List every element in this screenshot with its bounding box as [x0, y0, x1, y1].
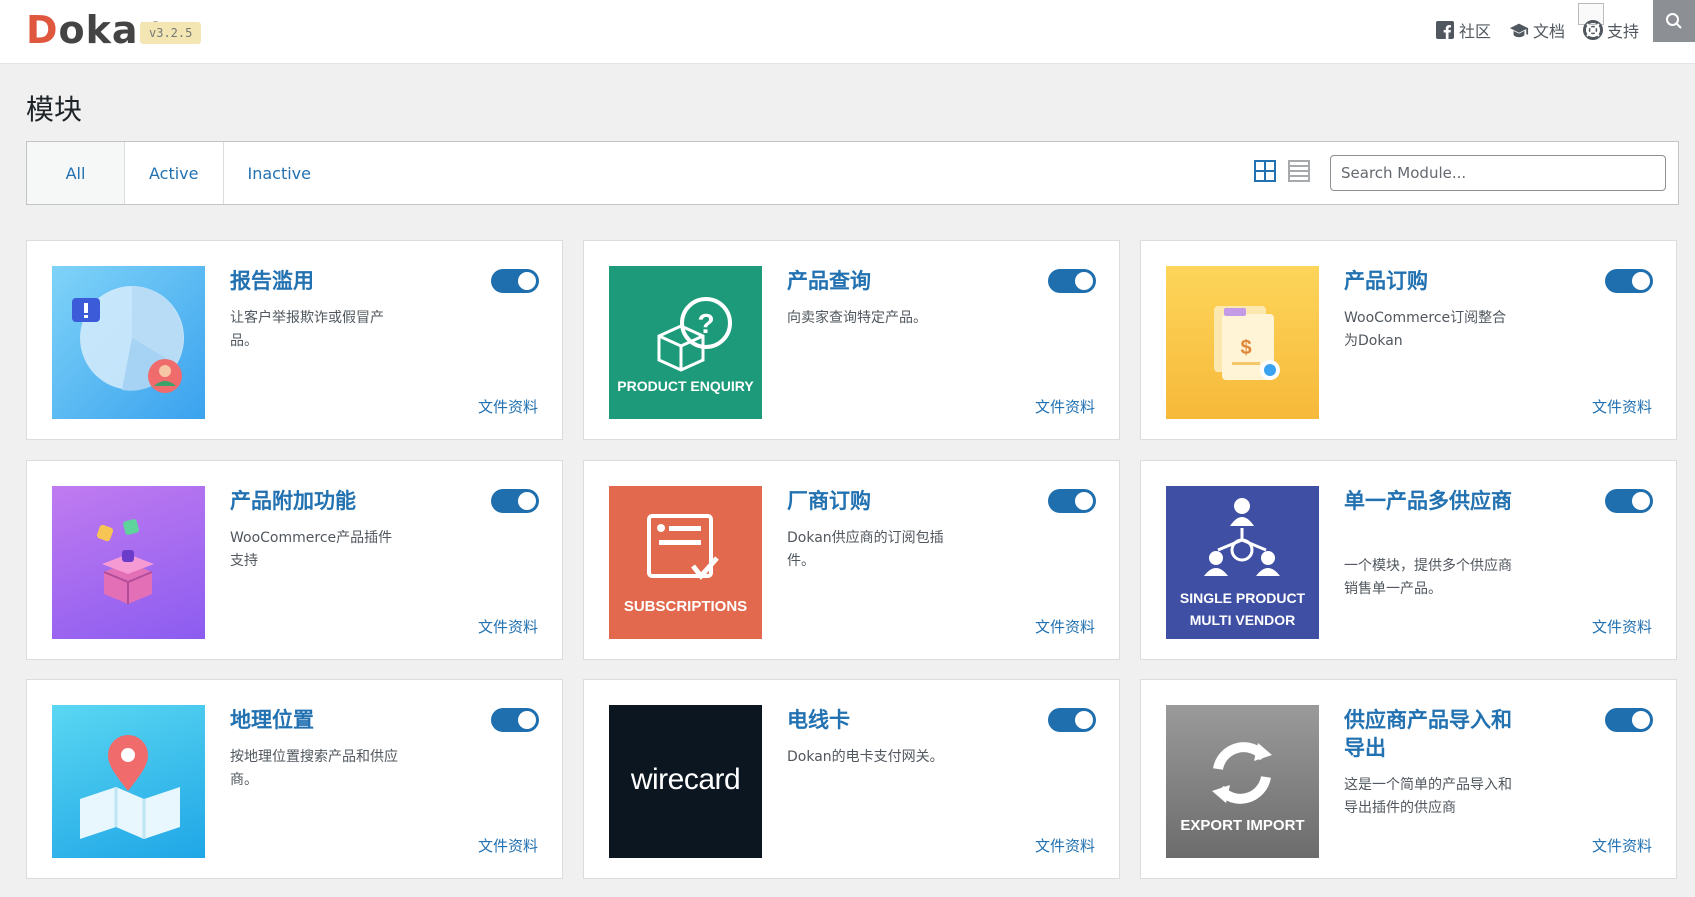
module-toggle[interactable]: [491, 269, 539, 293]
top-bar: Dokan v3.2.5 社区 文档 支持: [0, 0, 1695, 64]
tab-all[interactable]: All: [27, 142, 125, 204]
community-label: 社区: [1458, 22, 1491, 41]
search-module-input[interactable]: [1330, 155, 1666, 191]
module-card: SUBSCRIPTIONS 厂商订购 Dokan供应商的订阅包插件。 文件资料: [583, 460, 1120, 660]
module-toggle[interactable]: [491, 489, 539, 513]
module-description: 这是一个简单的产品导入和导出插件的供应商: [1344, 777, 1512, 816]
module-description: 一个模块，提供多个供应商销售单一产品。: [1344, 558, 1512, 597]
thumbnail-caption: PRODUCT ENQUIRY: [617, 378, 754, 394]
documentation-link[interactable]: 文件资料: [1592, 616, 1652, 637]
list-view-icon[interactable]: [1287, 159, 1311, 183]
module-description: 向卖家查询特定产品。: [787, 310, 927, 326]
module-title[interactable]: 电线卡: [787, 706, 962, 734]
module-title[interactable]: 地理位置: [230, 706, 405, 734]
thumbnail-caption-line2: MULTI VENDOR: [1189, 612, 1296, 628]
module-toggle[interactable]: [1048, 489, 1096, 513]
docs-link[interactable]: 文档: [1509, 18, 1565, 42]
documentation-link[interactable]: 文件资料: [1592, 396, 1652, 417]
view-toggle: [1253, 159, 1311, 183]
module-title[interactable]: 单一产品多供应商: [1344, 487, 1519, 515]
module-card: $ 产品订购 WooCommerce订阅整合为Dokan 文件资料: [1140, 240, 1677, 440]
filter-tabs: All Active Inactive: [27, 142, 335, 204]
module-description: WooCommerce订阅整合为Dokan: [1344, 310, 1507, 349]
module-card: 报告滥用 让客户举报欺诈或假冒产品。 文件资料: [26, 240, 563, 440]
module-description: 按地理位置搜索产品和供应商。: [230, 749, 398, 788]
module-title[interactable]: 供应商产品导入和导出: [1344, 706, 1519, 762]
documentation-link[interactable]: 文件资料: [1035, 835, 1095, 856]
module-description: Dokan供应商的订阅包插件。: [787, 530, 944, 569]
module-toggle[interactable]: [1605, 708, 1653, 732]
thumbnail-caption: EXPORT IMPORT: [1180, 817, 1305, 834]
search-icon: [1666, 13, 1682, 29]
module-card: SINGLE PRODUCT MULTI VENDOR 单一产品多供应商 一个模…: [1140, 460, 1677, 660]
module-title[interactable]: 产品附加功能: [230, 487, 405, 515]
version-badge: v3.2.5: [140, 22, 202, 44]
module-card: 地理位置 按地理位置搜索产品和供应商。 文件资料: [26, 679, 563, 879]
module-card: EXPORT IMPORT 供应商产品导入和导出 这是一个简单的产品导入和导出插…: [1140, 679, 1677, 879]
svg-text:$: $: [1240, 337, 1251, 359]
facebook-icon: [1435, 20, 1455, 40]
thumbnail-caption-line1: SINGLE PRODUCT: [1179, 590, 1306, 606]
wirecard-logo-text: wirecard: [630, 763, 741, 796]
top-search-button[interactable]: [1653, 0, 1695, 42]
grid-view-icon[interactable]: [1253, 159, 1277, 183]
support-link[interactable]: 支持: [1582, 18, 1639, 42]
module-card: ? PRODUCT ENQUIRY 产品查询 向卖家查询特定产品。 文件资料: [583, 240, 1120, 440]
logo-initial: D: [26, 8, 59, 52]
spmv-thumbnail: SINGLE PRODUCT MULTI VENDOR: [1166, 486, 1319, 639]
vendor-subscription-thumbnail: SUBSCRIPTIONS: [609, 486, 762, 639]
graduation-cap-icon: [1509, 20, 1529, 40]
documentation-link[interactable]: 文件资料: [478, 616, 538, 637]
export-import-thumbnail: EXPORT IMPORT: [1166, 705, 1319, 858]
geolocation-thumbnail: [52, 705, 205, 858]
thumbnail-caption: SUBSCRIPTIONS: [623, 598, 748, 615]
documentation-link[interactable]: 文件资料: [1035, 616, 1095, 637]
module-description: 让客户举报欺诈或假冒产品。: [230, 310, 384, 349]
module-description: WooCommerce产品插件支持: [230, 530, 393, 569]
documentation-link[interactable]: 文件资料: [1592, 835, 1652, 856]
header-links: 社区 文档 支持: [1435, 18, 1639, 42]
documentation-link[interactable]: 文件资料: [478, 835, 538, 856]
module-title[interactable]: 厂商订购: [787, 487, 962, 515]
module-description: Dokan的电卡支付网关。: [787, 749, 944, 765]
product-enquiry-thumbnail: ? PRODUCT ENQUIRY: [609, 266, 762, 419]
module-card: wirecard 电线卡 Dokan的电卡支付网关。 文件资料: [583, 679, 1120, 879]
module-title[interactable]: 产品订购: [1344, 267, 1519, 295]
module-toggle[interactable]: [491, 708, 539, 732]
module-toggle[interactable]: [1048, 269, 1096, 293]
tab-inactive[interactable]: Inactive: [224, 142, 336, 204]
module-toggle[interactable]: [1605, 269, 1653, 293]
documentation-link[interactable]: 文件资料: [478, 396, 538, 417]
module-toggle[interactable]: [1048, 708, 1096, 732]
documentation-link[interactable]: 文件资料: [1035, 396, 1095, 417]
docs-label: 文档: [1532, 22, 1565, 41]
report-abuse-thumbnail: [52, 266, 205, 419]
module-card: 产品附加功能 WooCommerce产品插件支持 文件资料: [26, 460, 563, 660]
tab-active[interactable]: Active: [125, 142, 224, 204]
page-title: 模块: [26, 93, 83, 126]
filter-bar: All Active Inactive: [26, 141, 1679, 205]
lifebuoy-icon: [1582, 20, 1603, 40]
product-subscription-thumbnail: $: [1166, 266, 1319, 419]
module-title[interactable]: 报告滥用: [230, 267, 405, 295]
module-toggle[interactable]: [1605, 489, 1653, 513]
community-link[interactable]: 社区: [1435, 18, 1491, 42]
module-title[interactable]: 产品查询: [787, 267, 962, 295]
product-addons-thumbnail: [52, 486, 205, 639]
wirecard-thumbnail: wirecard: [609, 705, 762, 858]
support-label: 支持: [1606, 22, 1639, 41]
